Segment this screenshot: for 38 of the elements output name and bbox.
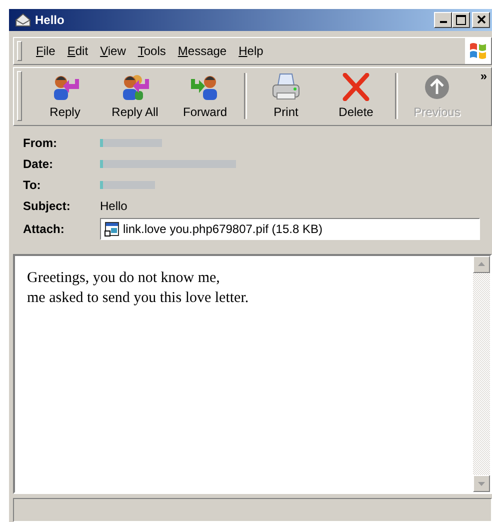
header-label: Attach:	[23, 222, 66, 236]
toolbar-overflow-button[interactable]: »	[480, 70, 487, 82]
minimize-button[interactable]	[434, 12, 452, 28]
header-label: Date:	[23, 156, 54, 171]
scrollbar[interactable]	[473, 256, 490, 492]
printer-icon	[270, 73, 302, 102]
menu-item[interactable]: File	[30, 42, 62, 60]
close-icon	[476, 15, 486, 24]
header-label: From:	[23, 136, 58, 150]
menu-item[interactable]: Message	[172, 42, 233, 60]
header-label: Subject:	[23, 198, 72, 213]
menu-item[interactable]: Help	[232, 42, 270, 60]
toolbar-button[interactable]: Forward	[170, 69, 240, 124]
toolbar-button[interactable]: Print	[251, 69, 321, 124]
maximize-button[interactable]	[452, 12, 470, 28]
menu-item[interactable]: View	[94, 42, 132, 60]
window-title: Hello	[35, 12, 66, 27]
blurred-text-drawing	[100, 180, 155, 190]
message-text: me asked to send you this love letter.	[27, 290, 250, 307]
up-arrow-icon	[478, 262, 485, 266]
toolbar-button[interactable]: Delete	[321, 69, 391, 124]
blurred-text-drawing	[100, 138, 162, 148]
message-text: Greetings, you do not know me,	[27, 270, 221, 287]
menu-item[interactable]: Edit	[61, 42, 94, 60]
menu-item[interactable]: Tools	[132, 42, 172, 60]
scroll-up-button[interactable]	[473, 256, 490, 273]
toolbar-button[interactable]: Reply All	[100, 69, 170, 124]
scroll-down-button[interactable]	[473, 475, 490, 492]
delete-icon	[340, 73, 372, 102]
maximize-icon	[456, 14, 466, 25]
down-arrow-icon	[478, 482, 485, 486]
close-button[interactable]	[472, 12, 490, 28]
header-value: Hello	[100, 198, 128, 213]
toolbar-button[interactable]: Reply	[30, 69, 100, 124]
attachment-field[interactable]: link.love you.php679807.pif (15.8 KB)	[100, 218, 480, 240]
envelope-icon	[15, 12, 31, 27]
header-label: To:	[23, 178, 42, 192]
file-icon	[104, 220, 120, 237]
